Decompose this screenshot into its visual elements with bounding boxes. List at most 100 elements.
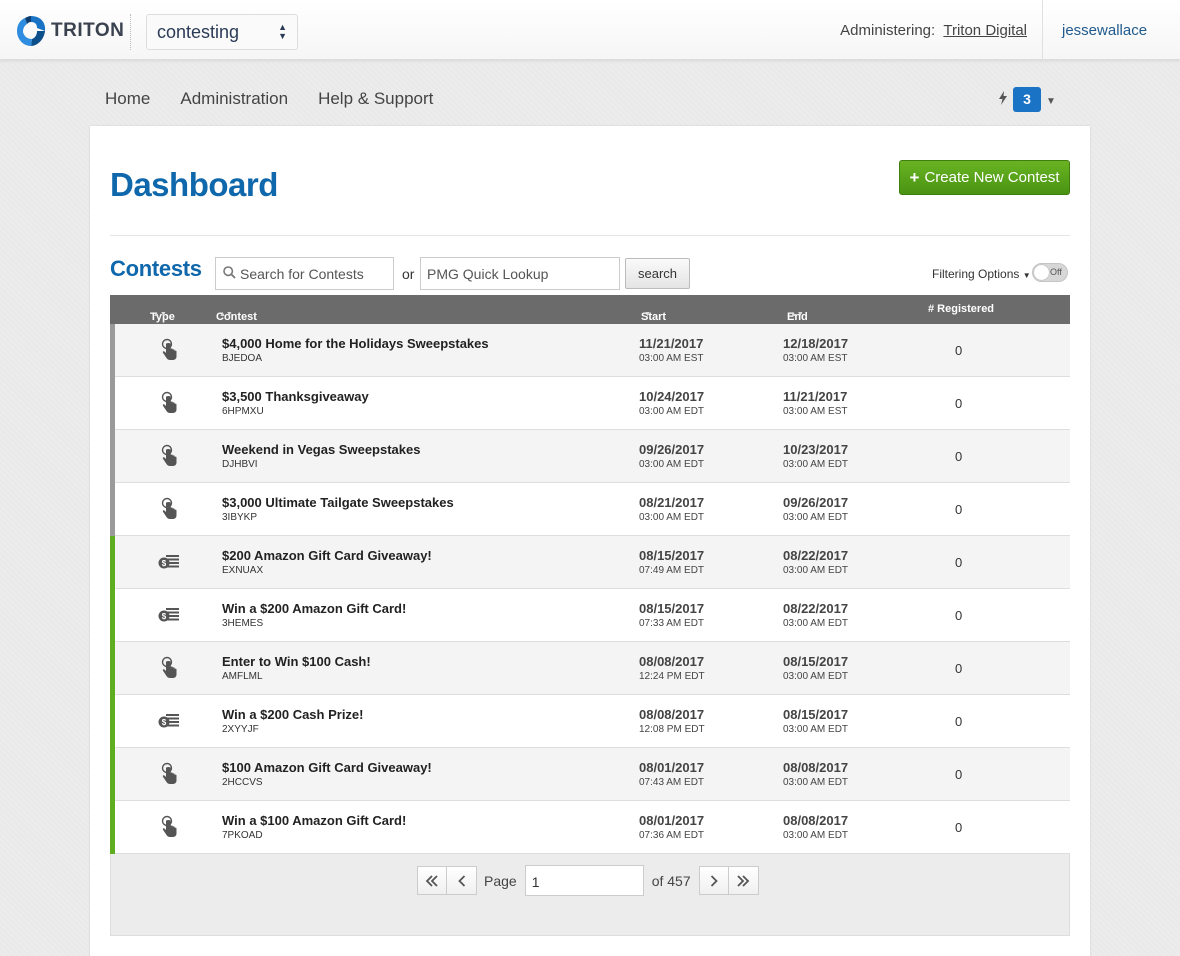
status-bar [110,642,115,695]
filtering-options-label: Filtering Options [932,267,1020,281]
start-time: 03:00 AM EDT [639,512,705,523]
last-page-button[interactable] [728,866,759,895]
registered-count: 0 [955,449,963,464]
registered-count: 0 [955,820,963,835]
end-time: 03:00 AM EST [783,353,848,364]
nav-help-support[interactable]: Help & Support [318,89,433,109]
table-row[interactable]: $ Win a $200 Amazon Gift Card! 3HEMES 08/15… [110,589,1070,642]
double-chevron-left-icon [425,874,438,887]
start-time: 07:33 AM EDT [639,618,705,629]
start-date: 08/08/2017 [639,654,705,669]
page-title: Dashboard [110,166,278,203]
contest-name-link[interactable]: $4,000 Home for the Holidays Sweepstakes [222,336,489,351]
top-bar: TRITON contesting ▲ ▼ Administering: Trit… [0,0,1180,60]
nav-administration[interactable]: Administration [180,89,288,109]
status-bar [110,801,115,854]
triton-logo-icon [17,16,46,46]
pmg-quick-lookup-input[interactable]: PMG Quick Lookup [420,257,620,290]
username-menu[interactable]: jessewallace [1062,22,1147,39]
contest-name-link[interactable]: $100 Amazon Gift Card Giveaway! [222,760,432,775]
contest-name-link[interactable]: $3,500 Thanksgiveaway [222,389,369,404]
start-date: 08/01/2017 [639,813,705,828]
filter-toggle[interactable]: Off [1032,263,1068,282]
touch-icon [158,815,180,839]
bolt-icon [999,91,1007,108]
svg-text:$: $ [162,718,167,727]
nav-home[interactable]: Home [105,89,150,109]
start-date: 09/26/2017 [639,442,705,457]
registered-count: 0 [955,608,963,623]
end-date: 11/21/2017 [783,389,848,404]
contest-name-link[interactable]: $3,000 Ultimate Tailgate Sweepstakes [222,495,454,510]
chevron-left-icon [457,874,465,887]
select-arrows-icon: ▲ ▼ [278,22,287,41]
contest-code: 3HEMES [222,618,264,629]
table-row[interactable]: $100 Amazon Gift Card Giveaway! 2HCCVS 08/… [110,748,1070,801]
table-row[interactable]: Enter to Win $100 Cash! AMFLML 08/08/2017 1… [110,642,1070,695]
contest-code: 2XYYJF [222,724,259,735]
table-row[interactable]: Weekend in Vegas Sweepstakes DJHBVI 09/26/… [110,430,1070,483]
plus-icon: + [909,167,920,187]
caret-down-icon: ▼ [1022,271,1031,280]
page-number-input[interactable]: 1 [524,865,644,896]
contest-name-link[interactable]: Win a $200 Amazon Gift Card! [222,601,406,616]
start-date: 10/24/2017 [639,389,705,404]
end-time: 03:00 AM EDT [783,777,849,788]
col-registered[interactable]: # Registered [928,303,994,315]
start-date: 11/21/2017 [639,336,704,351]
contest-name-link[interactable]: Win a $200 Cash Prize! [222,707,364,722]
sort-icon: ▲▼ [790,311,804,318]
registered-count: 0 [955,396,963,411]
touch-icon [158,497,180,521]
sort-desc-icon: ▼ [644,311,651,318]
pmg-placeholder: PMG Quick Lookup [427,266,549,282]
start-time: 03:00 AM EDT [639,459,705,470]
registered-count: 0 [955,714,963,729]
start-date: 08/15/2017 [639,601,705,616]
app-select-value: contesting [157,22,240,42]
contest-name-link[interactable]: Enter to Win $100 Cash! [222,654,371,669]
table-row[interactable]: Win a $100 Amazon Gift Card! 7PKOAD 08/01/… [110,801,1070,854]
notifications-menu[interactable]: 3 ▼ [999,87,1056,112]
end-time: 03:00 AM EDT [783,618,849,629]
next-page-button[interactable] [698,866,729,895]
end-date: 08/22/2017 [783,601,849,616]
status-bar [110,430,115,483]
app-select[interactable]: contesting ▲ ▼ [146,14,298,50]
table-header: Type▲▼ Contest Name▲▼ Start Date▼ End Da… [110,295,1070,335]
cash-icon: $ [158,709,180,733]
end-time: 03:00 AM EDT [783,671,849,682]
search-button[interactable]: search [625,258,690,289]
first-page-button[interactable] [417,866,447,895]
table-row[interactable]: $3,500 Thanksgiveaway 6HPMXU 10/24/2017 03:… [110,377,1070,430]
filtering-options-dropdown[interactable]: Filtering Options ▼ [932,267,1031,281]
search-contests-input[interactable]: Search for Contests [215,257,394,290]
registered-count: 0 [955,555,963,570]
end-date: 08/08/2017 [783,813,849,828]
cash-icon: $ [158,603,180,627]
administering-org-link[interactable]: Triton Digital [943,22,1027,39]
contest-code: AMFLML [222,671,263,682]
status-bar [110,377,115,430]
contest-name-link[interactable]: Win a $100 Amazon Gift Card! [222,813,406,828]
triton-logo[interactable]: TRITON [15,14,124,48]
table-row[interactable]: $3,000 Ultimate Tailgate Sweepstakes 3IBY… [110,483,1070,536]
table-row[interactable]: $ Win a $200 Cash Prize! 2XYYJF 08/08/2017 1… [110,695,1070,748]
svg-text:$: $ [162,612,167,621]
registered-count: 0 [955,343,963,358]
contest-name-link[interactable]: Weekend in Vegas Sweepstakes [222,442,420,457]
registered-count: 0 [955,661,963,676]
start-time: 03:00 AM EST [639,353,704,364]
contest-name-link[interactable]: $200 Amazon Gift Card Giveaway! [222,548,432,563]
create-new-contest-button[interactable]: + Create New Contest [899,160,1070,195]
double-chevron-right-icon [737,874,750,887]
prev-page-button[interactable] [447,866,477,895]
pagination: Page 1 of 457 [417,865,759,896]
table-row[interactable]: $ $200 Amazon Gift Card Giveaway! EXNUAX 08… [110,536,1070,589]
end-time: 03:00 AM EDT [783,459,849,470]
table-row[interactable]: $4,000 Home for the Holidays Sweepstakes… [110,324,1070,377]
end-time: 03:00 AM EST [783,406,848,417]
create-button-label: Create New Contest [924,169,1060,186]
touch-icon [158,338,180,362]
administering-label: Administering: [840,22,936,39]
